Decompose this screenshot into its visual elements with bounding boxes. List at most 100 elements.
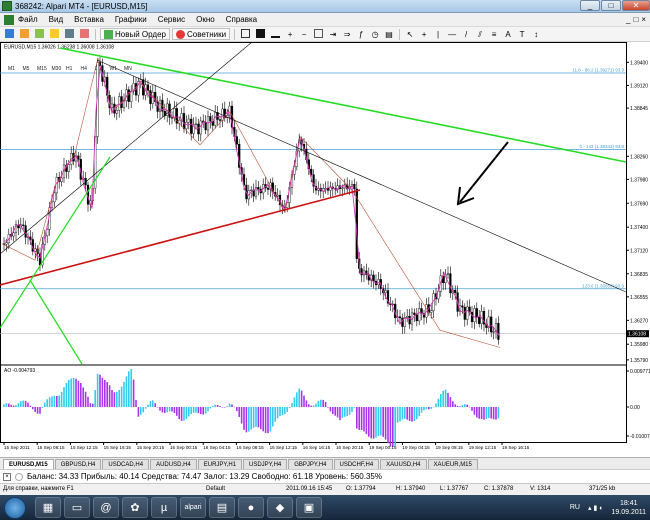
cursor-icon[interactable]: ↖ <box>404 28 416 40</box>
text-icon[interactable]: A <box>502 28 514 40</box>
channel-icon[interactable]: ⫽ <box>474 28 486 40</box>
taskbar-pdf-icon[interactable]: ◆ <box>267 497 293 518</box>
fibonacci-icon[interactable]: ≡ <box>488 28 500 40</box>
vertical-line-icon[interactable]: | <box>432 28 444 40</box>
ao-bar-up <box>394 407 396 447</box>
clock[interactable]: 18:41 19.09.2011 <box>611 499 646 517</box>
taskbar-flag-icon[interactable]: ▦ <box>35 497 61 518</box>
tab-eurjpy-h1[interactable]: EURJPY,H1 <box>197 459 242 469</box>
ao-bar-down <box>171 407 173 412</box>
tab-gbpjpy-h4[interactable]: GBPJPY,H4 <box>288 459 333 469</box>
minimize-button[interactable]: _ <box>580 0 600 11</box>
tab-usdjpy-h4[interactable]: USDJPY,H4 <box>243 459 288 469</box>
timeframe-m15[interactable]: M15 <box>37 66 47 72</box>
bull-candle <box>110 103 114 108</box>
zoom-out-icon[interactable]: − <box>298 28 310 40</box>
ao-bar-up <box>44 402 46 407</box>
menu-view[interactable]: Вид <box>49 15 63 24</box>
tester-icon[interactable] <box>78 28 91 40</box>
ao-bar-up <box>149 401 152 407</box>
mdi-restore-button[interactable]: □ <box>633 15 638 24</box>
arrows-icon[interactable]: ↕ <box>530 28 542 40</box>
time-tick-label: 16 Sep 16:15 <box>303 445 331 450</box>
new-chart-icon[interactable] <box>3 28 16 40</box>
account-values: Баланс: 34.33 Прибыль: 40.14 Средства: 7… <box>27 472 382 481</box>
tab-usdchf-h4[interactable]: USDCHF,H4 <box>333 459 380 469</box>
taskbar-folder-icon[interactable]: ▭ <box>64 497 90 518</box>
taskbar-browser-icon[interactable]: @ <box>93 497 119 518</box>
taskbar-alpari-icon[interactable]: alpari <box>180 497 206 518</box>
tab-eurusd-m15[interactable]: EURUSD,M15 <box>3 459 54 469</box>
ao-bar-up <box>464 404 466 407</box>
terminal-icon[interactable] <box>63 28 76 40</box>
chart-shift-icon[interactable]: ⇥ <box>327 28 339 40</box>
navigator-icon[interactable] <box>48 28 61 40</box>
taskbar-media-icon[interactable]: ● <box>238 497 264 518</box>
timeframe-mn[interactable]: MN <box>124 66 132 72</box>
timeframe-m5[interactable]: M5 <box>23 66 30 72</box>
tab-gbpusd-h4[interactable]: GBPUSD,H4 <box>54 459 102 469</box>
autoscroll-icon[interactable]: ⇒ <box>341 28 353 40</box>
menu-file[interactable]: Файл <box>18 15 38 24</box>
menu-insert[interactable]: Вставка <box>74 15 104 24</box>
profiles-icon[interactable] <box>18 28 31 40</box>
tab-audusd-h4[interactable]: AUDUSD,H4 <box>150 459 197 469</box>
new-order-button[interactable]: Новый Ордер <box>100 28 170 40</box>
tab-usdcad-h4[interactable]: USDCAD,H4 <box>102 459 150 469</box>
price-tick-label: 1.37120 <box>630 248 648 254</box>
taskbar-app-icon[interactable]: ▣ <box>296 497 322 518</box>
taskbar-icq-icon[interactable]: ✿ <box>122 497 148 518</box>
timeframe-m30[interactable]: M30 <box>52 66 62 72</box>
trendline-icon[interactable]: / <box>460 28 472 40</box>
chart-window[interactable]: M1M5M15M30H1H4D1W1MNEURUSD,M15 1.36026 1… <box>0 42 650 457</box>
menu-help[interactable]: Справка <box>226 15 257 24</box>
candle-chart-icon[interactable] <box>254 28 267 40</box>
tile-windows-icon[interactable] <box>312 28 325 40</box>
terminal-close-icon[interactable]: × <box>3 472 11 481</box>
black-rising-line <box>0 42 253 255</box>
bull-candle <box>53 192 56 203</box>
language-indicator[interactable]: RU <box>570 504 580 511</box>
label-icon[interactable]: T <box>516 28 528 40</box>
close-button[interactable]: ✕ <box>622 0 650 11</box>
status-open: O: 1.37794 <box>346 486 376 492</box>
ao-bar-up <box>276 407 279 419</box>
ao-bar-up <box>226 406 228 407</box>
templates-icon[interactable]: ▤ <box>383 28 395 40</box>
taskbar-torrent-icon[interactable]: µ <box>151 497 177 518</box>
timeframe-h1[interactable]: H1 <box>66 66 73 72</box>
mdi-minimize-button[interactable]: _ <box>626 15 630 24</box>
price-chart[interactable]: M1M5M15M30H1H4D1W1MNEURUSD,M15 1.36026 1… <box>0 42 650 457</box>
menu-window[interactable]: Окно <box>196 15 215 24</box>
menu-charts[interactable]: Графики <box>115 15 147 24</box>
start-button[interactable] <box>4 496 26 519</box>
mdi-close-button[interactable]: × <box>641 15 646 24</box>
toolbar-separator <box>234 28 236 40</box>
tab-xaueur-m15[interactable]: XAUEUR,M15 <box>427 459 478 469</box>
chart-tabs: EURUSD,M15 GBPUSD,H4 USDCAD,H4 AUDUSD,H4… <box>0 457 650 469</box>
price-tick-label: 1.36270 <box>630 318 648 324</box>
bull-candle <box>67 164 70 172</box>
zoom-in-icon[interactable]: + <box>284 28 296 40</box>
advisors-button[interactable]: Советники <box>171 28 231 40</box>
ao-bar-down <box>358 407 360 430</box>
ao-bar-up <box>140 407 142 415</box>
market-watch-icon[interactable] <box>33 28 46 40</box>
timeframe-m1[interactable]: M1 <box>8 66 15 72</box>
indicators-icon[interactable]: ƒ <box>355 28 367 40</box>
taskbar-explorer-icon[interactable]: ▤ <box>209 497 235 518</box>
menu-tools[interactable]: Сервис <box>158 15 185 24</box>
periods-icon[interactable]: ◷ <box>369 28 381 40</box>
horizontal-line-icon[interactable]: — <box>446 28 458 40</box>
crosshair-icon[interactable]: + <box>418 28 430 40</box>
ao-bar-up <box>214 404 216 407</box>
line-chart-icon[interactable] <box>269 28 282 40</box>
tab-xauusd-h4[interactable]: XAUUSD,H4 <box>380 459 427 469</box>
ao-bar-up <box>348 407 351 415</box>
maximize-button[interactable]: □ <box>601 0 621 11</box>
timeframe-h4[interactable]: H4 <box>81 66 88 72</box>
price-tick-label: 1.36555 <box>630 295 648 301</box>
tray-icons[interactable]: ▴ ▮ ◐ <box>588 504 603 512</box>
ao-bar-up <box>351 407 353 412</box>
bar-chart-icon[interactable] <box>239 28 252 40</box>
